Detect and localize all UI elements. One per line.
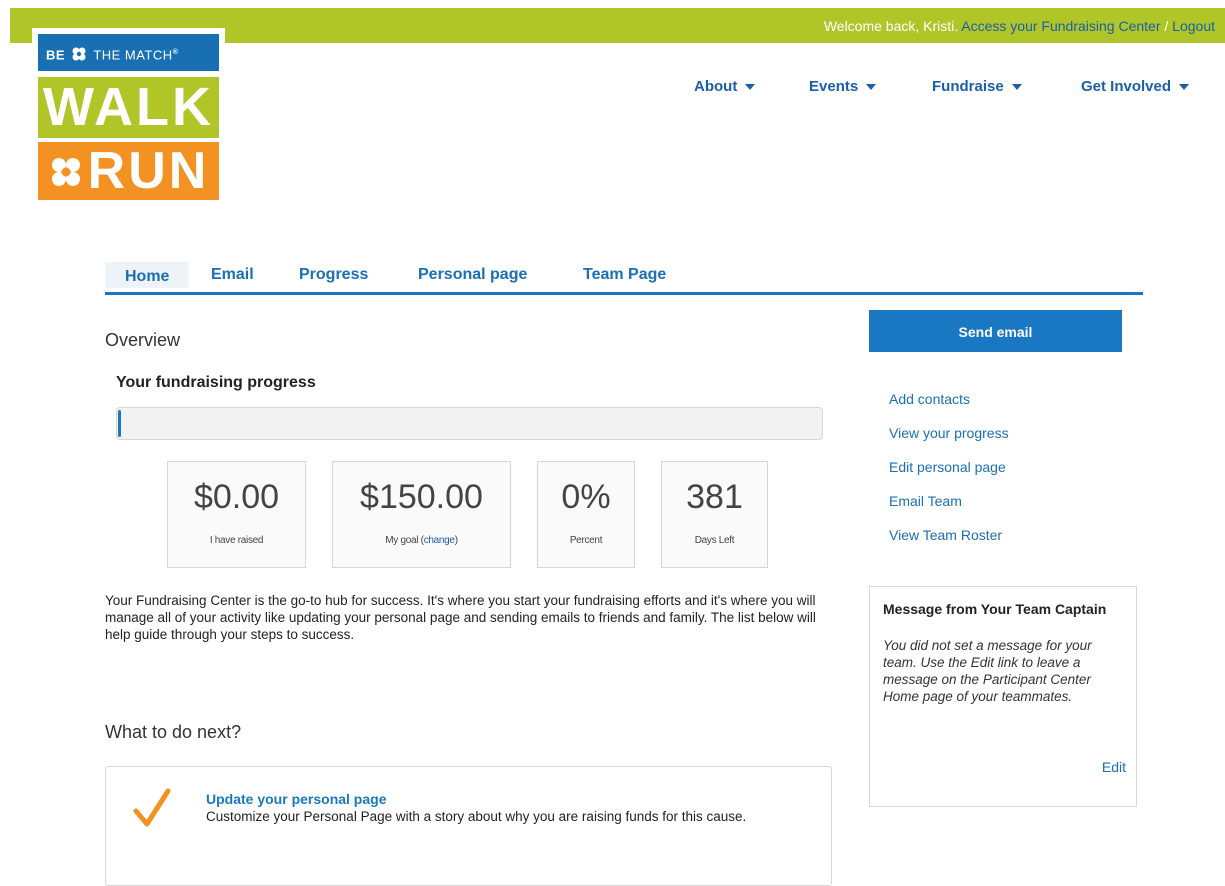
caret-down-icon [866,84,877,91]
fundraising-tabs: Home Email Progress Personal page Team P… [105,262,1143,295]
tab-progress[interactable]: Progress [299,266,368,284]
stat-percent-value: 0% [561,478,611,516]
logout-link[interactable]: Logout [1172,18,1215,34]
stat-goal: $150.00 My goal (change) [332,461,511,568]
caret-down-icon [1011,84,1022,91]
overview-heading: Overview [105,330,181,350]
team-captain-message-box: Message from Your Team Captain You did n… [869,586,1137,807]
sidebar-links: Add contacts View your progress Edit per… [889,390,1009,560]
stat-percent-label: Percent [569,535,603,546]
stat-goal-label: My goal (change) [333,535,510,546]
stat-goal-label-end: ) [454,535,458,546]
edit-personal-page-link[interactable]: Edit personal page [889,458,1009,492]
logo-run: RUN [38,142,219,200]
next-step-description: Customize your Personal Page with a stor… [206,809,747,824]
progress-bar-fill [118,410,121,437]
walk-run-logo[interactable]: BE THE MATCH® WALK RUN [32,28,225,203]
flower-icon [51,158,80,186]
registered-mark: ® [172,49,179,56]
stat-raised: $0.00 I have raised [167,461,306,568]
view-progress-link[interactable]: View your progress [889,424,1009,458]
logo-the-match-text: THE MATCH [93,47,173,63]
nav-about-label: About [694,78,738,95]
next-steps-heading: What to do next? [105,722,242,742]
tab-personal-page[interactable]: Personal page [418,266,527,284]
nav-about[interactable]: About [694,78,756,95]
match-mark-icon [72,47,86,61]
nav-get-involved-label: Get Involved [1081,78,1172,95]
team-captain-message-title: Message from Your Team Captain [883,601,1107,617]
stat-raised-label: I have raised [209,535,264,546]
nav-events-label: Events [809,78,859,95]
tab-email[interactable]: Email [211,266,254,284]
tab-team-page[interactable]: Team Page [583,266,666,284]
send-email-button[interactable]: Send email [869,310,1122,352]
nav-fundraise-label: Fundraise [932,78,1004,95]
stat-percent: 0% Percent [537,461,635,568]
fundraising-progress-bar [116,407,823,440]
progress-heading: Your fundraising progress [116,374,316,391]
stat-goal-label-text: My goal ( [385,535,424,546]
tab-home[interactable]: Home [105,262,190,288]
logo-run-text: RUN [87,142,210,200]
logo-walk: WALK [38,77,219,138]
be-the-match-logo: BE THE MATCH® [38,34,219,71]
nav-get-involved[interactable]: Get Involved [1081,78,1190,95]
email-team-link[interactable]: Email Team [889,492,1009,526]
welcome-text: Welcome back, Kristi. [823,18,959,34]
nav-fundraise[interactable]: Fundraise [932,78,1022,95]
welcome-message: Welcome back, Kristi. Access your Fundra… [824,18,1215,34]
logo-be-text: BE [46,47,66,63]
edit-message-link[interactable]: Edit [1102,759,1126,775]
update-personal-page-link[interactable]: Update your personal page [206,791,386,807]
link-separator: / [1160,18,1173,34]
caret-down-icon [745,84,756,91]
team-captain-message-body: You did not set a message for your team.… [883,638,1092,704]
view-team-roster-link[interactable]: View Team Roster [889,526,1009,560]
change-goal-link[interactable]: change [424,535,455,546]
add-contacts-link[interactable]: Add contacts [889,390,1009,424]
fundraising-center-link[interactable]: Access your Fundraising Center [961,18,1160,34]
stat-raised-value: $0.00 [193,478,280,516]
next-step-card [105,766,832,886]
stat-days-left-label: Days Left [694,535,735,546]
stat-goal-value: $150.00 [360,478,483,516]
checkmark-icon [133,788,171,827]
intro-paragraph: Your Fundraising Center is the go-to hub… [105,593,816,642]
nav-events[interactable]: Events [809,78,877,95]
stat-days-left: 381 Days Left [661,461,768,568]
stat-days-left-value: 381 [686,478,743,516]
caret-down-icon [1179,84,1190,91]
